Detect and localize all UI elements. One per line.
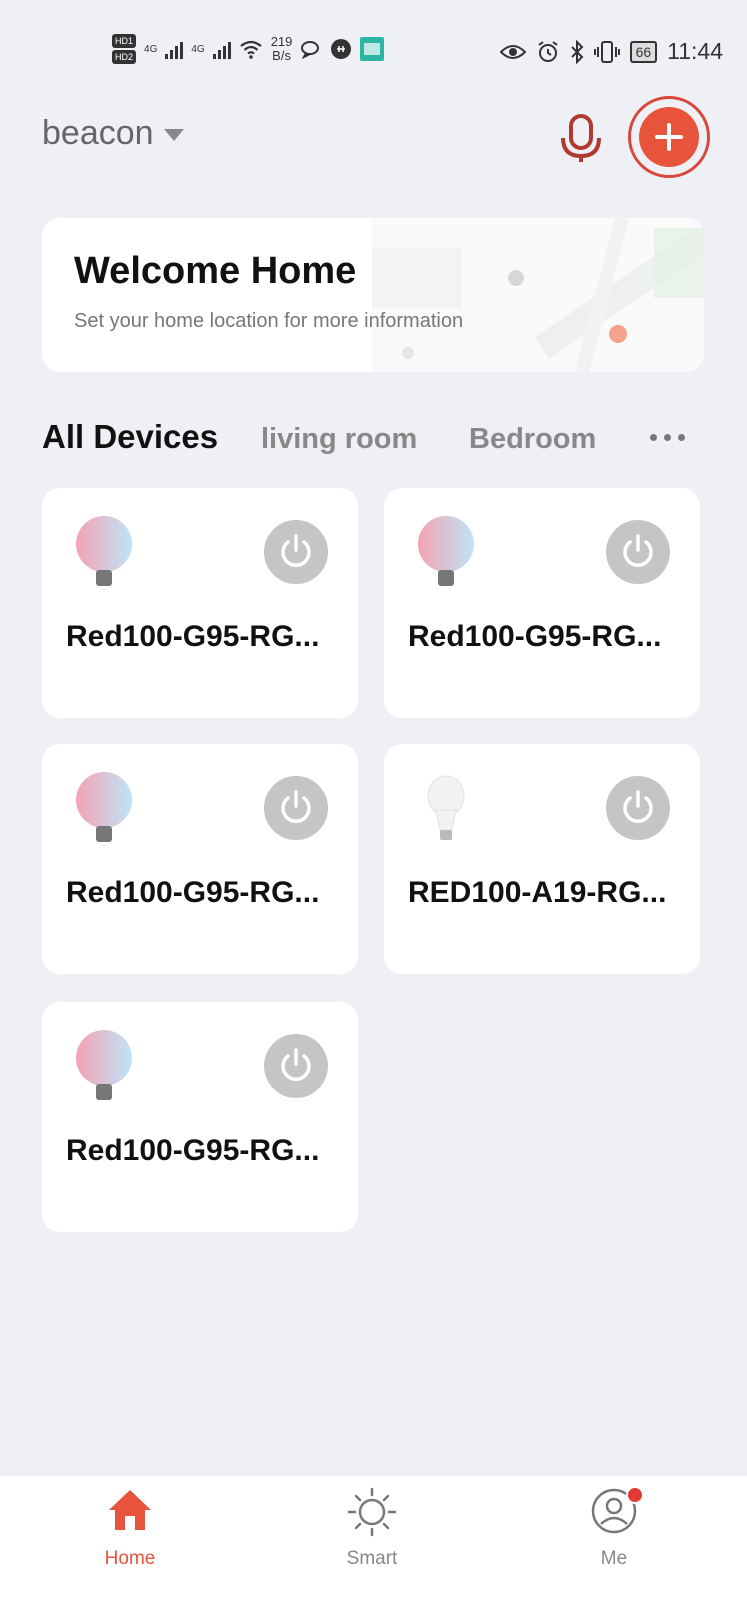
map-background (372, 218, 704, 372)
device-card[interactable]: Red100-G95-RG... (384, 488, 700, 718)
power-button[interactable] (606, 520, 670, 584)
device-name: Red100-G95-RG... (66, 1134, 320, 1167)
alarm-icon (537, 40, 558, 62)
nav-smart-label: Smart (346, 1548, 398, 1569)
caret-down-icon (163, 128, 184, 141)
device-card[interactable]: Red100-G95-RG... (42, 744, 358, 974)
device-name: Red100-G95-RG... (408, 620, 662, 653)
device-card[interactable]: Red100-G95-RG... (42, 1002, 358, 1232)
add-button-circle (639, 107, 699, 167)
tab-all-devices[interactable]: All Devices (42, 418, 218, 456)
tab-bedroom[interactable]: Bedroom (469, 423, 596, 456)
bluetooth-icon (570, 39, 583, 64)
device-card[interactable]: RED100-A19-RG... (384, 744, 700, 974)
welcome-card[interactable]: Welcome Home Set your home location for … (42, 218, 704, 372)
power-icon (281, 790, 311, 823)
power-button[interactable] (606, 776, 670, 840)
home-selector[interactable]: beacon (42, 114, 184, 153)
clock: 11:44 (667, 38, 723, 64)
eye-icon (499, 44, 526, 59)
power-icon (281, 534, 311, 567)
status-right: 66 11:44 (499, 38, 723, 65)
status-left: HD1 HD2 4G 4G 219 B/s (112, 34, 385, 64)
signal-icon (212, 39, 231, 59)
sun-icon (347, 1487, 397, 1537)
room-tabs: All Devices living room Bedroom (42, 418, 702, 462)
device-card[interactable]: Red100-G95-RG... (42, 488, 358, 718)
network-speed: 219 B/s (271, 35, 293, 63)
microphone-icon (561, 114, 601, 162)
power-button[interactable] (264, 520, 328, 584)
tab-living-room[interactable]: living room (261, 423, 417, 456)
nav-home[interactable]: Home (60, 1476, 200, 1616)
power-icon (623, 790, 653, 823)
boss-app-icon (360, 37, 385, 61)
home-icon (109, 1490, 151, 1530)
hd2-label: HD2 (112, 50, 137, 64)
power-icon (623, 534, 653, 567)
status-bar: HD1 HD2 4G 4G 219 B/s 66 11:44 (0, 0, 747, 100)
speed-value: 219 (270, 34, 293, 49)
globe-bulb-icon (76, 516, 132, 586)
welcome-subtitle: Set your home location for more informat… (74, 310, 464, 332)
hd1-label: HD1 (112, 34, 137, 48)
power-icon (281, 1048, 311, 1081)
add-device-button[interactable] (628, 96, 710, 178)
nav-smart[interactable]: Smart (302, 1476, 442, 1616)
globe-bulb-icon (418, 516, 474, 586)
plus-icon (655, 123, 683, 151)
signal-icon (165, 39, 184, 59)
chat-icon (301, 41, 320, 59)
a19-bulb-icon (427, 775, 465, 840)
notification-badge (626, 1486, 644, 1504)
nav-me-label: Me (600, 1548, 628, 1569)
nav-home-label: Home (104, 1548, 156, 1569)
sound-icon (331, 39, 352, 59)
power-button[interactable] (264, 1034, 328, 1098)
hd-indicator: HD1 HD2 (112, 34, 137, 64)
nav-me[interactable]: Me (544, 1476, 684, 1616)
power-button[interactable] (264, 776, 328, 840)
vibrate-icon (593, 40, 620, 63)
bottom-nav: Home Smart Me (0, 1476, 747, 1616)
home-name: beacon (42, 114, 154, 152)
globe-bulb-icon (76, 772, 132, 842)
wifi-icon (240, 40, 262, 59)
welcome-title: Welcome Home (74, 250, 357, 292)
battery-indicator: 66 (629, 40, 658, 63)
device-name: RED100-A19-RG... (408, 876, 667, 909)
device-name: Red100-G95-RG... (66, 876, 320, 909)
voice-button[interactable] (557, 112, 605, 164)
globe-bulb-icon (76, 1030, 132, 1100)
speed-unit: B/s (272, 48, 291, 63)
device-name: Red100-G95-RG... (66, 620, 320, 653)
net2-label: 4G (191, 43, 205, 55)
more-dots-icon[interactable] (650, 434, 685, 441)
net1-label: 4G (144, 43, 158, 55)
